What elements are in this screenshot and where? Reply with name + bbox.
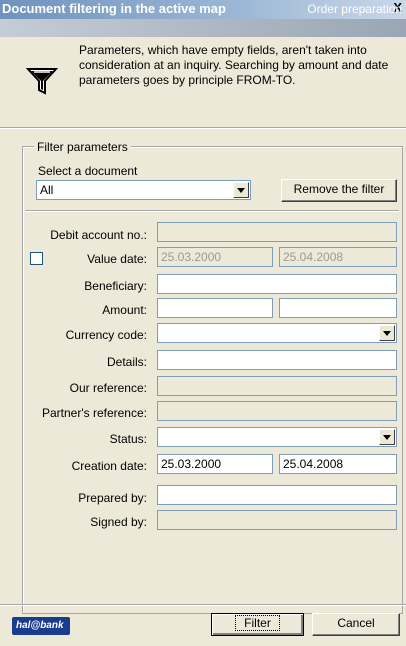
remove-filter-button[interactable]: Remove the filter <box>281 179 397 202</box>
filter-button-label: Filter <box>235 615 280 631</box>
details-label: Details: <box>106 355 147 369</box>
value-date-from[interactable]: 25.03.2000 <box>157 247 273 267</box>
value-date-label: Value date: <box>87 252 147 266</box>
window-subtitle: Order preparation <box>307 2 402 16</box>
value-date-to[interactable]: 25.04.2008 <box>279 247 397 267</box>
prepared-by-label: Prepared by: <box>78 491 147 505</box>
prepared-by-field[interactable] <box>157 485 397 505</box>
currency-code-select[interactable] <box>157 323 397 343</box>
beneficiary-field[interactable] <box>157 274 397 294</box>
our-reference-field[interactable] <box>157 376 397 396</box>
partner-reference-field[interactable] <box>157 401 397 421</box>
amount-label: Amount: <box>102 303 147 317</box>
document-select-value: All <box>40 183 54 197</box>
divider <box>0 604 406 606</box>
creation-date-label: Creation date: <box>71 459 147 473</box>
chevron-down-icon[interactable] <box>233 182 249 198</box>
cancel-button[interactable]: Cancel <box>312 613 400 636</box>
value-date-checkbox[interactable] <box>30 252 43 265</box>
details-field[interactable] <box>157 350 397 370</box>
creation-date-to[interactable]: 25.04.2008 <box>279 454 397 474</box>
subtitle-bar <box>0 19 406 37</box>
beneficiary-label: Beneficiary: <box>84 279 147 293</box>
divider <box>0 127 406 129</box>
signed-by-label: Signed by: <box>90 515 147 529</box>
select-document-label: Select a document <box>38 164 138 178</box>
bank-logo: hal@bank <box>12 617 70 635</box>
funnel-icon <box>25 68 59 95</box>
signed-by-field[interactable] <box>157 510 397 530</box>
info-text: Parameters, which have empty fields, are… <box>79 43 389 87</box>
creation-date-from[interactable]: 25.03.2000 <box>157 454 273 474</box>
status-label: Status: <box>109 432 147 446</box>
debit-account-label: Debit account no.: <box>50 228 147 242</box>
amount-from[interactable] <box>157 298 273 318</box>
debit-account-field[interactable] <box>157 222 397 242</box>
our-reference-label: Our reference: <box>69 381 147 395</box>
currency-code-label: Currency code: <box>65 328 147 342</box>
chevron-down-icon[interactable] <box>379 325 395 341</box>
chevron-down-icon[interactable] <box>379 429 395 445</box>
window-title: Document filtering in the active map <box>2 1 226 16</box>
divider <box>25 210 399 212</box>
partner-reference-label: Partner's reference: <box>41 406 147 420</box>
status-select[interactable] <box>157 427 397 447</box>
amount-to[interactable] <box>279 298 397 318</box>
document-select[interactable]: All <box>36 180 251 200</box>
filter-group-title: Filter parameters <box>34 140 131 154</box>
filter-button[interactable]: Filter <box>211 613 304 636</box>
